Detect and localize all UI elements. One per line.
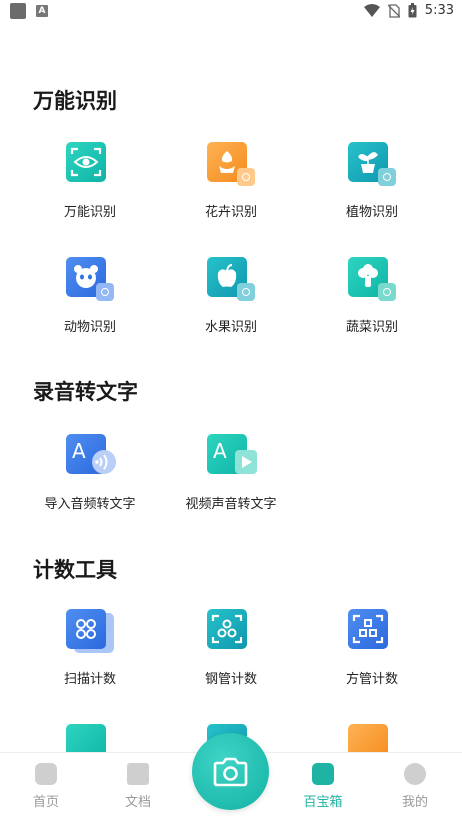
battery-icon [408,3,417,18]
nav-label: 我的 [401,795,428,810]
nav-item-documents[interactable]: 文档 [103,763,173,810]
svg-text:A: A [213,439,227,463]
nav-item-toolbox[interactable]: 百宝箱 [288,763,358,810]
circles-count-icon [62,605,118,657]
notification-square-icon [10,3,26,19]
a-notification-icon: A [36,5,48,17]
camera-icon [213,757,248,787]
plant-scan-icon [344,138,400,190]
audio-to-text-icon: A [62,430,118,482]
tool-label: 钢管计数 [204,672,257,687]
section-title-speech-to-text: 录音转文字 [33,380,138,404]
nav-label: 百宝箱 [303,795,343,810]
flower-scan-icon [203,138,259,190]
no-sim-icon [387,3,400,18]
tool-label: 蔬菜识别 [345,320,398,335]
tool-label: 植物识别 [345,205,398,220]
steel-pipe-count-icon [203,605,259,657]
nav-label: 首页 [32,795,59,810]
apple-scan-icon [203,253,259,305]
profile-icon [404,763,426,785]
tool-label: 视频声音转文字 [185,497,277,512]
status-bar: A 5:33 [0,0,462,24]
square-pipe-count-icon [344,605,400,657]
eye-scan-icon [62,138,118,190]
section-title-universal-recognition: 万能识别 [33,89,117,113]
document-icon [127,763,149,785]
section-title-counting-tools: 计数工具 [33,558,117,582]
clock-time: 5:33 [424,3,454,18]
tool-label: 动物识别 [63,320,116,335]
wifi-icon [363,3,380,17]
tool-label: 方管计数 [345,672,398,687]
nav-label: 文档 [124,795,151,810]
home-icon [35,763,57,785]
panda-scan-icon [62,253,118,305]
tool-label: 水果识别 [204,320,257,335]
broccoli-scan-icon [344,253,400,305]
camera-button[interactable] [192,733,269,810]
nav-item-profile[interactable]: 我的 [380,763,450,810]
tool-label: 花卉识别 [204,205,257,220]
tool-label: 导入音频转文字 [44,497,136,512]
toolbox-icon [312,763,334,785]
tool-label: 扫描计数 [63,672,116,687]
video-to-text-icon: A [203,430,259,482]
nav-item-home[interactable]: 首页 [11,763,81,810]
tool-label: 万能识别 [63,205,116,220]
svg-text:A: A [72,439,86,463]
